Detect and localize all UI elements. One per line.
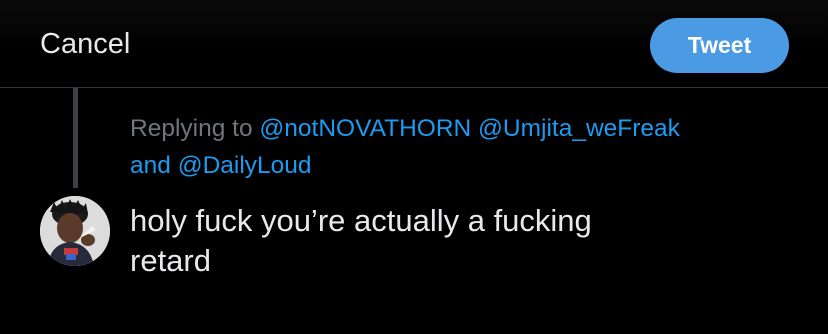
compose-text[interactable]: holy fuck you’re actually a fucking retar…	[130, 201, 770, 281]
replying-to-context: Replying to @notNOVATHORN @Umjita_weFrea…	[130, 110, 770, 184]
mention-link[interactable]: @notNOVATHORN	[259, 115, 471, 142]
header-divider	[0, 87, 828, 88]
avatar-photo-icon	[40, 196, 110, 266]
mention-link[interactable]: @DailyLoud	[178, 152, 312, 179]
replying-to-label: Replying to	[130, 115, 253, 142]
compose-header: Cancel Tweet	[0, 0, 828, 88]
tweet-button[interactable]: Tweet	[650, 18, 789, 73]
compose-text-line: retard	[130, 243, 211, 278]
compose-text-line: holy fuck you’re actually a fucking	[130, 203, 592, 238]
cancel-button[interactable]: Cancel	[40, 27, 130, 61]
avatar[interactable]	[40, 196, 110, 266]
mention-conjunction[interactable]: and	[130, 152, 171, 179]
thread-connector-line	[73, 88, 78, 188]
mention-link[interactable]: @Umjita_weFreak	[478, 115, 680, 142]
